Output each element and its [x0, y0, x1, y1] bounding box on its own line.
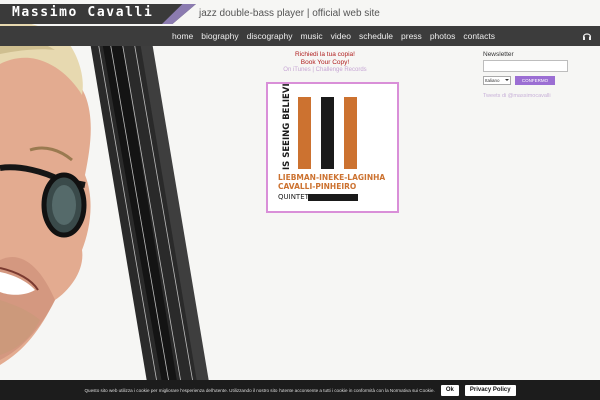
- cookie-ok-button[interactable]: Ok: [440, 384, 459, 396]
- hero-photo: [0, 20, 212, 400]
- newsletter-widget: Newsletter Italiano CONFERMO Tweets di @…: [483, 51, 573, 99]
- album-artists-line1: LIEBMAN-INEKE-LAGINHA: [278, 173, 385, 182]
- site-tagline: jazz double-bass player | official web s…: [199, 8, 380, 19]
- album-bar-left: [298, 97, 311, 169]
- cookie-text: Questo sito web utilizza i cookie per mi…: [84, 387, 435, 393]
- promo-line-it[interactable]: Richiedi la tua copia!: [260, 51, 390, 59]
- newsletter-controls: Italiano CONFERMO: [483, 76, 573, 85]
- cookie-bar: Questo sito web utilizza i cookie per mi…: [0, 380, 600, 400]
- nav-item-video[interactable]: video: [331, 31, 351, 41]
- newsletter-submit-button[interactable]: CONFERMO: [515, 76, 555, 85]
- nav-item-biography[interactable]: biography: [201, 31, 238, 41]
- nav-item-press[interactable]: press: [401, 31, 422, 41]
- album-art: IS SEEING BELIEVING ? LIEBMAN-INEKE-LAGI…: [268, 84, 397, 211]
- newsletter-email-input[interactable]: [483, 60, 568, 72]
- nav-item-photos[interactable]: photos: [430, 31, 456, 41]
- album-group: QUINTET: [278, 193, 310, 201]
- page: Massimo Cavalli jazz double-bass player …: [0, 0, 600, 400]
- album-bar-middle: [321, 97, 334, 169]
- nav-item-music[interactable]: music: [300, 31, 322, 41]
- headphones-icon[interactable]: [582, 31, 592, 41]
- privacy-policy-button[interactable]: Privacy Policy: [464, 384, 516, 396]
- nav-items: home biography discography music video s…: [172, 26, 495, 46]
- album-artists-line2: CAVALLI-PINHEIRO: [278, 182, 356, 191]
- album-band: [308, 194, 358, 201]
- album-bar-right: [344, 97, 357, 169]
- album-title: IS SEEING BELIEVING ?: [282, 84, 292, 170]
- nav-item-home[interactable]: home: [172, 31, 193, 41]
- tweets-link[interactable]: Tweets di @massimocavalli: [483, 93, 573, 99]
- nav-item-discography[interactable]: discography: [247, 31, 293, 41]
- newsletter-label: Newsletter: [483, 51, 514, 58]
- site-name[interactable]: Massimo Cavalli: [12, 5, 153, 20]
- promo-line-en[interactable]: Book Your Copy!: [260, 59, 390, 67]
- newsletter-language-select[interactable]: Italiano: [483, 76, 511, 85]
- nav-item-contacts[interactable]: contacts: [463, 31, 495, 41]
- nav-item-schedule[interactable]: schedule: [359, 31, 393, 41]
- promo-block: Richiedi la tua copia! Book Your Copy! O…: [260, 51, 390, 73]
- main-nav: home biography discography music video s…: [0, 26, 600, 46]
- store-links[interactable]: On iTunes | Challenge Records: [260, 67, 390, 73]
- album-cover[interactable]: IS SEEING BELIEVING ? LIEBMAN-INEKE-LAGI…: [266, 82, 399, 213]
